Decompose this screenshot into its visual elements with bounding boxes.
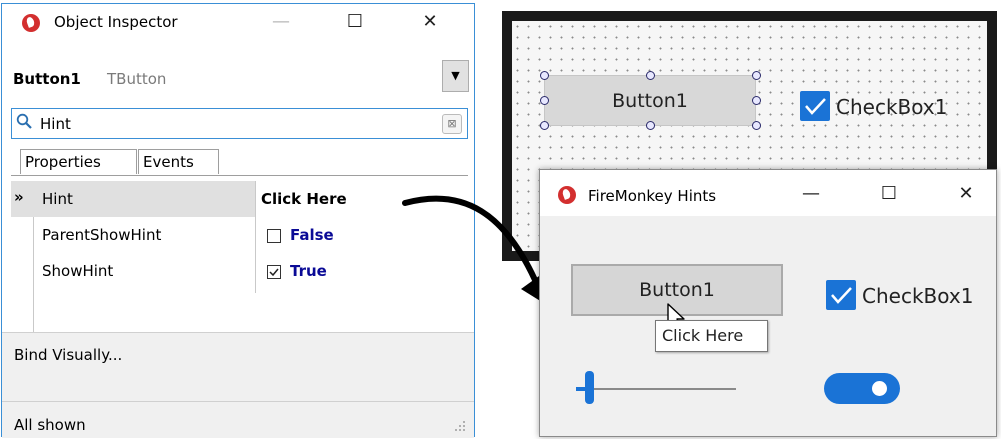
tab-events[interactable]: Events <box>138 149 219 174</box>
component-dropdown-button[interactable]: ▼ <box>442 60 469 92</box>
property-name: Hint <box>42 190 73 208</box>
inspector-tabs: Properties Events <box>11 145 468 176</box>
search-value: Hint <box>40 115 71 133</box>
fm-checkbox-label: CheckBox1 <box>862 284 974 308</box>
close-button[interactable]: ✕ <box>415 7 445 37</box>
property-name: ShowHint <box>42 262 114 280</box>
search-icon <box>16 113 33 134</box>
hint-tooltip: Click Here <box>655 320 768 352</box>
selection-handle[interactable] <box>752 121 761 130</box>
window-title: FireMonkey Hints <box>588 187 717 205</box>
bind-visually-panel <box>2 332 474 401</box>
property-value: True <box>290 262 327 280</box>
property-value: Click Here <box>261 190 347 208</box>
component-selector[interactable]: Button1 TButton <box>2 62 474 100</box>
app-logo-icon <box>558 186 576 204</box>
property-name: ParentShowHint <box>42 226 162 244</box>
resize-grip-icon[interactable] <box>454 420 468 434</box>
false-checkbox[interactable] <box>267 229 281 243</box>
clear-search-icon[interactable]: ⊠ <box>442 114 462 134</box>
tab-properties[interactable]: Properties <box>20 149 137 174</box>
maximize-button[interactable]: ☐ <box>874 179 904 209</box>
bind-visually-link[interactable]: Bind Visually... <box>14 346 122 364</box>
status-text: All shown <box>14 416 86 434</box>
toggle-switch[interactable] <box>824 373 900 404</box>
designer-checkbox[interactable] <box>800 91 830 121</box>
selection-handle[interactable] <box>540 121 549 130</box>
chevron-down-icon: ▼ <box>451 69 460 82</box>
window-title: Object Inspector <box>54 13 178 31</box>
firemonkey-titlebar[interactable]: FireMonkey Hints — ☐ ✕ <box>540 170 996 216</box>
close-button[interactable]: ✕ <box>951 179 981 209</box>
selection-handle[interactable] <box>752 71 761 80</box>
firemonkey-client-area <box>540 216 996 436</box>
selection-handle[interactable] <box>646 71 655 80</box>
switch-knob <box>872 381 887 396</box>
firemonkey-window: FireMonkey Hints — ☐ ✕ Button1 Click Her… <box>539 169 997 437</box>
slider-thumb[interactable] <box>585 371 594 404</box>
fm-checkbox[interactable] <box>826 280 856 310</box>
true-checkbox[interactable] <box>267 265 281 279</box>
check-icon <box>831 287 852 304</box>
selection-handle[interactable] <box>540 96 549 105</box>
designer-checkbox-label: CheckBox1 <box>836 95 948 119</box>
selection-handle[interactable] <box>752 96 761 105</box>
app-logo-icon <box>22 14 40 32</box>
selection-handle[interactable] <box>540 71 549 80</box>
slider-track[interactable] <box>576 388 736 390</box>
minimize-button[interactable]: — <box>796 179 826 209</box>
designer-button[interactable]: Button1 <box>544 75 756 126</box>
maximize-button[interactable]: ☐ <box>340 7 370 37</box>
minimize-button[interactable]: — <box>266 7 296 37</box>
check-icon <box>805 98 826 115</box>
component-type: TButton <box>107 70 167 88</box>
grid-column-divider[interactable] <box>255 181 256 293</box>
property-value: False <box>290 226 334 244</box>
object-inspector-titlebar[interactable]: Object Inspector — ☐ ✕ <box>2 4 474 42</box>
component-name: Button1 <box>13 70 81 88</box>
property-search-input[interactable]: Hint ⊠ <box>11 108 468 139</box>
row-marker-icon: » <box>14 188 24 206</box>
selection-handle[interactable] <box>646 121 655 130</box>
